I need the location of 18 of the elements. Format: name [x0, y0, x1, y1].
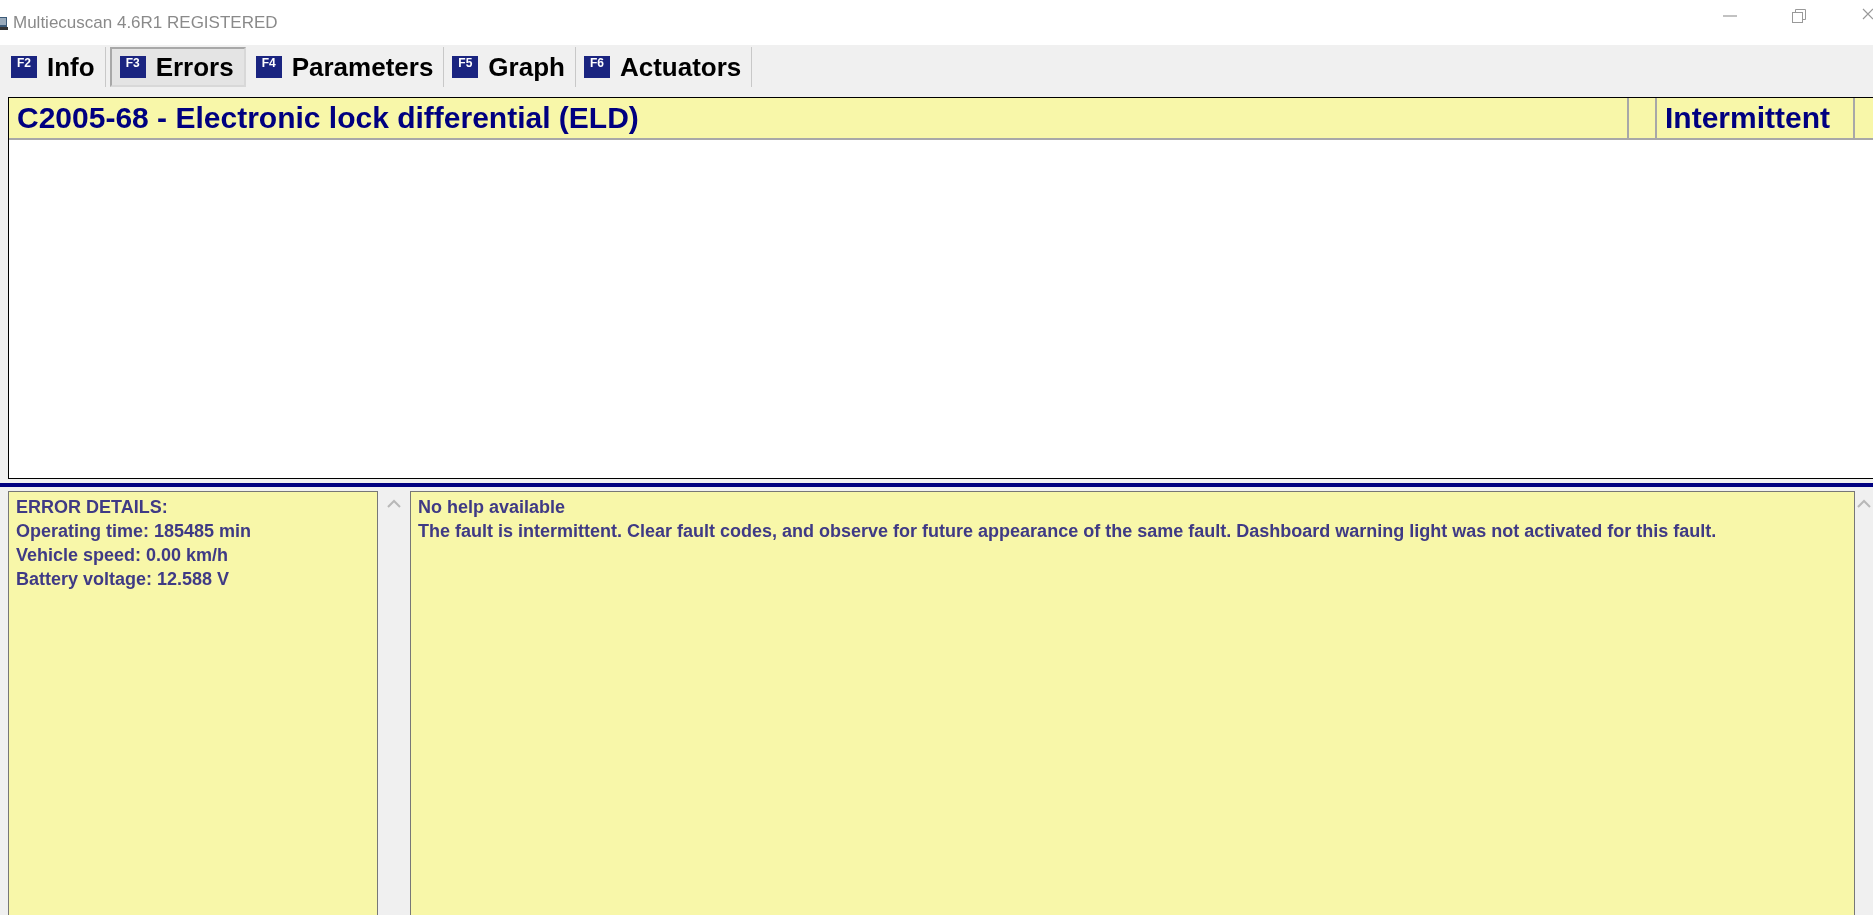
fault-status: Intermittent: [1657, 98, 1855, 138]
scroll-up-icon[interactable]: [1857, 499, 1871, 508]
function-key-badge: F2: [11, 56, 37, 78]
scroll-up-icon[interactable]: [387, 499, 401, 508]
help-title: No help available: [418, 496, 567, 519]
details-heading: ERROR DETAILS:: [16, 496, 169, 519]
tab[interactable]: F3 Errors: [109, 47, 246, 87]
detail-line: Vehicle speed: 0.00 km/h: [16, 544, 230, 567]
restore-icon[interactable]: [1791, 8, 1807, 24]
detail-line: Battery voltage: 12.588 V: [16, 568, 231, 591]
function-key-badge: F3: [119, 56, 146, 78]
help-text: The fault is intermittent. Clear fault codes, and observe for future appearance of the same fault. Dashboard warning light was not activated for this fault.: [418, 520, 1718, 543]
window-title: Multiecuscan 4.6R1 REGISTERED: [13, 12, 278, 33]
function-key-badge: F4: [255, 56, 282, 78]
fault-description: C2005-68 - Electronic lock differential (ELD): [9, 98, 1629, 138]
function-key-badge: F6: [583, 56, 610, 78]
detail-line: Operating time: 185485 min: [16, 520, 253, 543]
function-key-badge: F5: [452, 56, 479, 78]
